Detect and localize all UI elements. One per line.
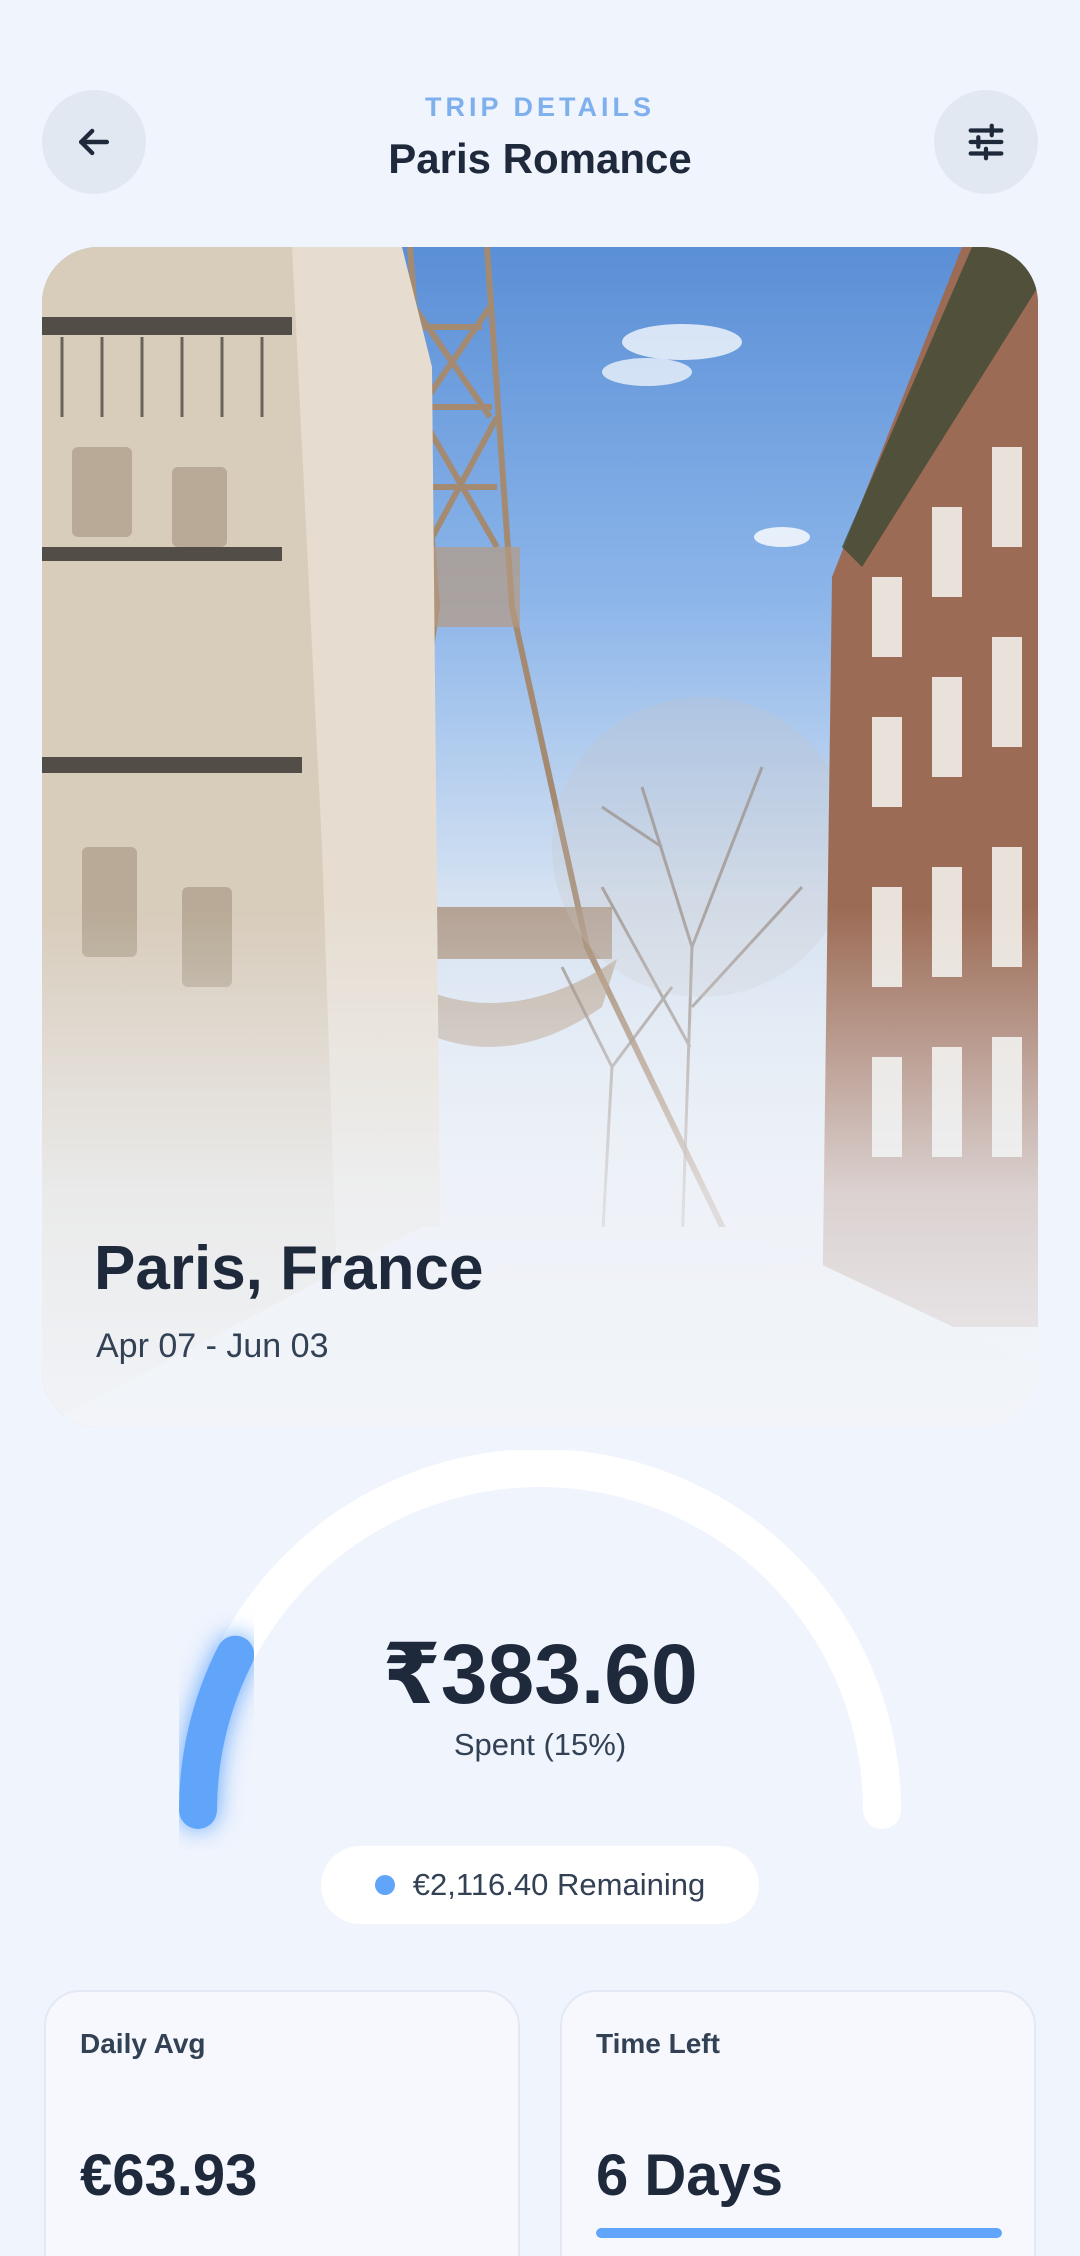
time-left-value: 6 Days	[596, 2143, 784, 2208]
time-left-progress	[596, 2228, 1002, 2238]
time-left-label: Time Left	[596, 2028, 720, 2059]
daily-average-card[interactable]: Daily Avg €63.93	[44, 1990, 520, 2256]
trip-details-screen: TRIP DETAILS Paris Romance Paris, France…	[0, 0, 1080, 2256]
remaining-label: €2,116.40 Remaining	[412, 1867, 706, 1902]
remaining-badge: €2,116.40 Remaining	[321, 1846, 759, 1924]
arrow-left-icon	[78, 128, 110, 156]
filter-button[interactable]	[934, 90, 1038, 194]
header-eyebrow: TRIP DETAILS	[424, 92, 655, 122]
header: TRIP DETAILS Paris Romance	[0, 0, 1080, 230]
header-titles: TRIP DETAILS Paris Romance	[240, 92, 840, 183]
time-left-card[interactable]: Time Left 6 Days	[560, 1990, 1036, 2256]
page-title: Paris Romance	[388, 135, 692, 182]
remaining-dot-icon	[374, 1875, 395, 1895]
back-button[interactable]	[42, 90, 146, 194]
daily-average-label: Daily Avg	[80, 2028, 206, 2059]
trip-dates: Apr 07 - Jun 03	[96, 1327, 329, 1365]
sliders-icon	[968, 123, 1004, 161]
budget-gauge: ₹383.60 Spent (15%)	[0, 1450, 1080, 1850]
destination-hero-card[interactable]: Paris, France Apr 07 - Jun 03	[42, 247, 1038, 1427]
spent-amount: ₹383.60	[382, 1627, 698, 1721]
time-left-progress-fill	[596, 2228, 1002, 2238]
daily-average-value: €63.93	[80, 2143, 258, 2208]
destination-city: Paris, France	[94, 1234, 484, 1303]
spent-label: Spent (15%)	[453, 1727, 627, 1762]
